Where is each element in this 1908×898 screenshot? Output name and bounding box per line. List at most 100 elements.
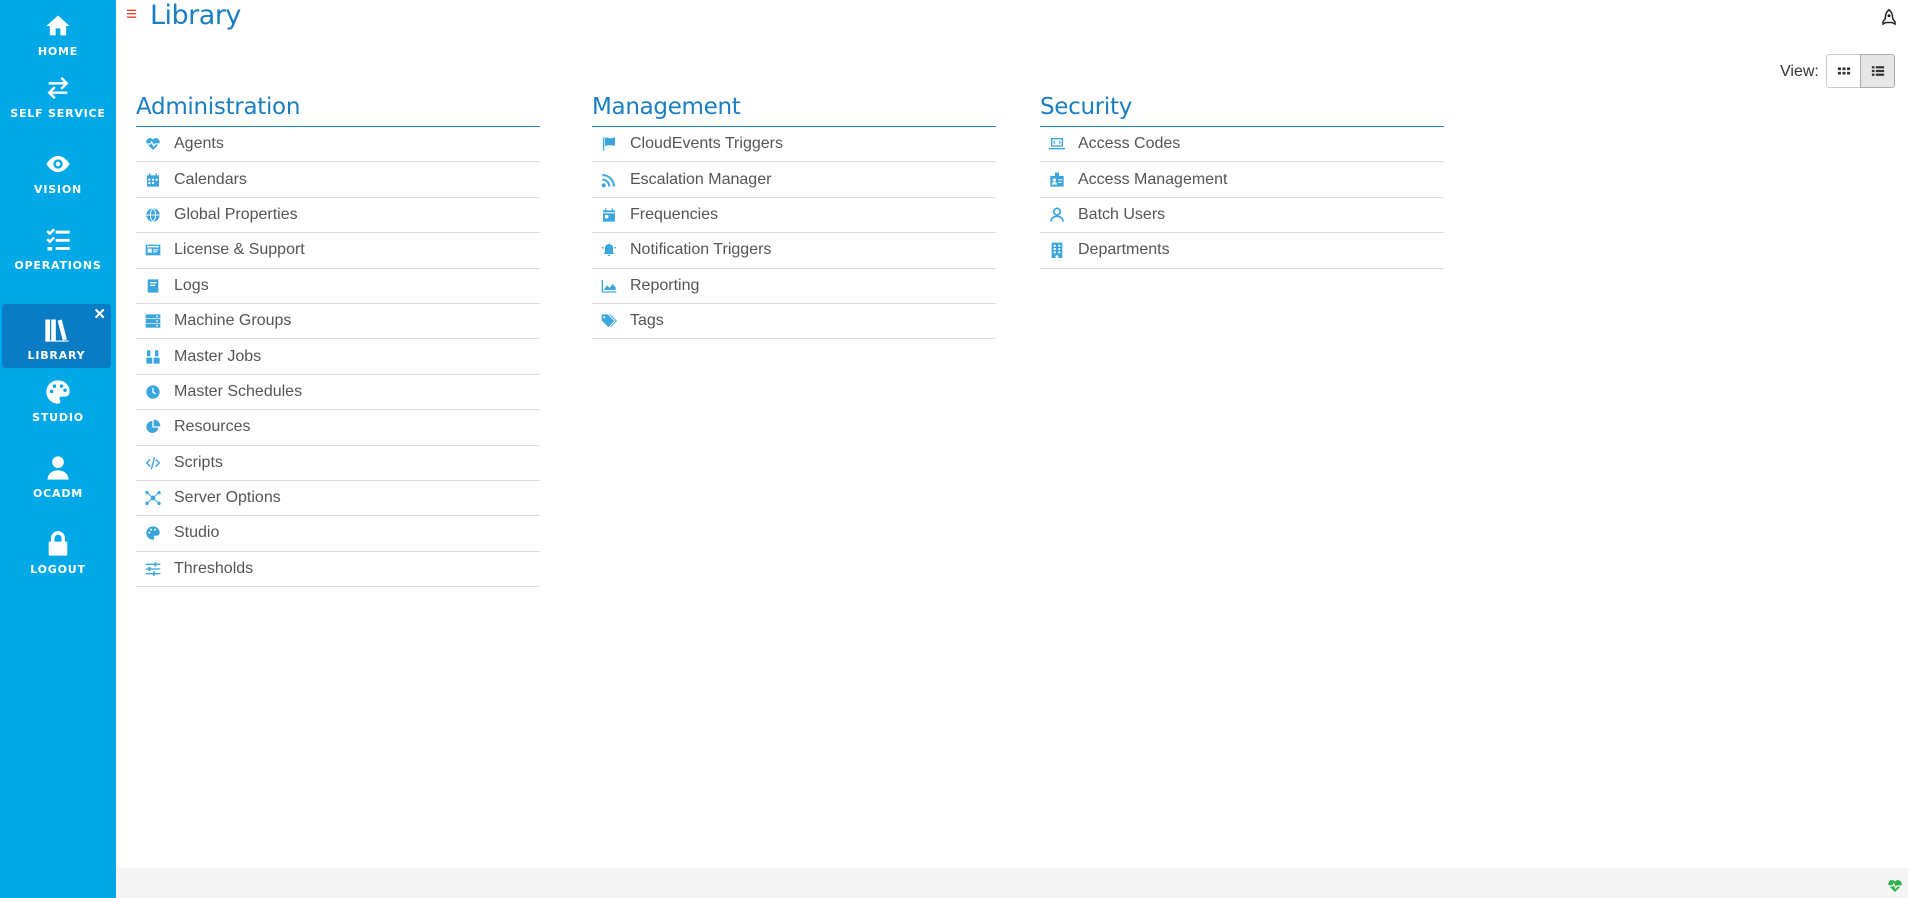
nav-label: STUDIO	[32, 411, 84, 424]
list-item-notification-triggers[interactable]: Notification Triggers	[592, 233, 996, 269]
list-item-agents[interactable]: Agents	[136, 127, 540, 163]
calendar-icon	[145, 172, 161, 188]
pie-chart-icon	[145, 419, 161, 435]
list-item-label: Departments	[1078, 241, 1170, 259]
list-item-label: Reporting	[630, 276, 700, 294]
list-item-access-codes[interactable]: Access Codes	[1040, 127, 1444, 163]
list-item-label: Studio	[174, 524, 220, 542]
tags-icon	[601, 313, 617, 329]
laptop-code-icon	[1049, 136, 1065, 152]
list-item-batch-users[interactable]: Batch Users	[1040, 198, 1444, 234]
user-icon	[43, 453, 73, 483]
nav-label: LOGOUT	[30, 563, 86, 576]
column-administration: Administration Agents Calendars Global P…	[136, 90, 540, 588]
list-item-label: Master Jobs	[174, 347, 262, 365]
eye-icon	[43, 149, 73, 179]
hamburger-menu-icon[interactable]: ≡	[126, 5, 137, 25]
heartbeat-status-icon[interactable]	[1886, 878, 1904, 894]
list-item-label: License & Support	[174, 241, 305, 259]
column-management: Management CloudEvents Triggers Escalati…	[592, 90, 996, 340]
id-badge-icon	[1049, 172, 1065, 188]
list-item-studio[interactable]: Studio	[136, 516, 540, 552]
list-item-license-support[interactable]: License & Support	[136, 233, 540, 269]
list-item-global-properties[interactable]: Global Properties	[136, 198, 540, 234]
list-item-departments[interactable]: Departments	[1040, 233, 1444, 269]
nav-operations[interactable]: OPERATIONS	[0, 214, 116, 278]
list-item-label: Agents	[174, 135, 224, 153]
column-security: Security Access Codes Access Management …	[1040, 90, 1444, 269]
id-card-icon	[145, 242, 161, 258]
sidebar: HOME SELF SERVICE VISION OPERATIONS ✕ LI…	[0, 0, 116, 898]
nav-home[interactable]: HOME	[0, 0, 116, 64]
server-icon	[145, 313, 161, 329]
globe-icon	[145, 207, 161, 223]
flag-icon	[601, 136, 617, 152]
list-item-frequencies[interactable]: Frequencies	[592, 198, 996, 234]
list-item-master-jobs[interactable]: Master Jobs	[136, 339, 540, 375]
list-item-tags[interactable]: Tags	[592, 304, 996, 340]
network-icon	[145, 490, 161, 506]
grid-view-button[interactable]	[1826, 54, 1861, 88]
view-label: View:	[1780, 63, 1819, 80]
calendar-day-icon	[601, 207, 617, 223]
list-item-label: Notification Triggers	[630, 241, 772, 259]
rss-icon	[601, 172, 617, 188]
list-item-label: Global Properties	[174, 205, 298, 223]
list-item-label: Scripts	[174, 453, 223, 471]
list-item-cloudevents-triggers[interactable]: CloudEvents Triggers	[592, 127, 996, 163]
list-icon	[1871, 66, 1884, 76]
lock-icon	[43, 529, 73, 559]
list-item-master-schedules[interactable]: Master Schedules	[136, 375, 540, 411]
heartbeat-icon	[145, 136, 161, 152]
grid-icon	[1837, 67, 1850, 75]
column-title: Security	[1040, 90, 1444, 127]
sliders-icon	[145, 561, 161, 577]
list-item-resources[interactable]: Resources	[136, 410, 540, 446]
nav-label: OCADM	[32, 487, 83, 500]
list-item-reporting[interactable]: Reporting	[592, 269, 996, 304]
nav-studio[interactable]: STUDIO	[0, 366, 116, 430]
code-icon	[145, 455, 161, 471]
column-title: Administration	[136, 90, 540, 127]
nav-ocadm[interactable]: OCADM	[0, 442, 116, 506]
home-icon	[43, 11, 73, 41]
list-item-label: Machine Groups	[174, 312, 292, 330]
list-item-label: Frequencies	[630, 205, 719, 223]
palette-icon	[145, 525, 161, 541]
palette-icon	[43, 377, 73, 407]
list-item-label: Logs	[174, 276, 209, 294]
nav-label: LIBRARY	[27, 349, 86, 362]
nav-library[interactable]: ✕ LIBRARY	[2, 304, 111, 368]
list-item-logs[interactable]: Logs	[136, 269, 540, 304]
list-item-label: Thresholds	[174, 559, 254, 577]
list-item-label: CloudEvents Triggers	[630, 135, 783, 153]
checklist-icon	[43, 225, 73, 255]
nav-vision[interactable]: VISION	[0, 138, 116, 202]
rocket-icon[interactable]	[1880, 8, 1898, 28]
list-item-label: Master Schedules	[174, 382, 303, 400]
area-chart-icon	[601, 278, 617, 294]
nav-self-service[interactable]: SELF SERVICE	[0, 62, 116, 126]
list-item-server-options[interactable]: Server Options	[136, 481, 540, 517]
column-title: Management	[592, 90, 996, 127]
list-item-scripts[interactable]: Scripts	[136, 446, 540, 481]
list-item-label: Batch Users	[1078, 205, 1166, 223]
user-outline-icon	[1049, 207, 1065, 223]
list-item-escalation-manager[interactable]: Escalation Manager	[592, 162, 996, 198]
building-icon	[1049, 242, 1065, 259]
list-item-access-management[interactable]: Access Management	[1040, 162, 1444, 198]
list-item-thresholds[interactable]: Thresholds	[136, 552, 540, 588]
close-icon[interactable]: ✕	[93, 305, 106, 323]
list-item-label: Tags	[630, 312, 664, 330]
list-item-calendars[interactable]: Calendars	[136, 162, 540, 198]
list-item-machine-groups[interactable]: Machine Groups	[136, 304, 540, 340]
book-icon	[145, 278, 161, 294]
nav-label: HOME	[37, 45, 79, 58]
cubes-icon	[145, 349, 161, 365]
page-title: Library	[150, 0, 241, 31]
list-item-label: Access Codes	[1078, 135, 1181, 153]
list-view-button[interactable]	[1860, 54, 1895, 88]
list-item-label: Resources	[174, 418, 251, 436]
bell-ringing-icon	[601, 242, 617, 258]
nav-logout[interactable]: LOGOUT	[0, 518, 116, 582]
